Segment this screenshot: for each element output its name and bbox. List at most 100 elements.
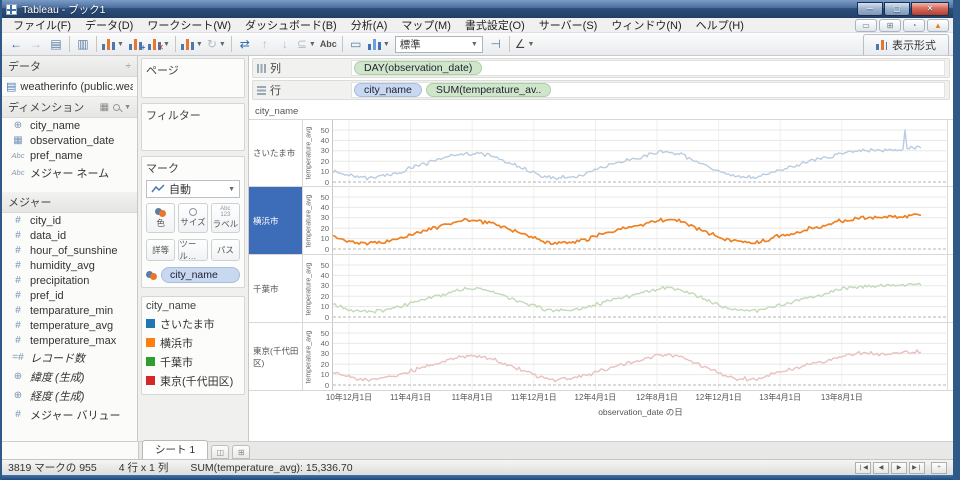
- measure-field-メジャー バリュー[interactable]: # メジャー バリュー: [2, 405, 137, 424]
- show-filmstrip-icon[interactable]: ÷: [931, 461, 947, 474]
- highlight-button[interactable]: ∠ ▼: [513, 35, 537, 54]
- pane-collapse-icon[interactable]: ÷: [126, 61, 132, 72]
- row-label-2[interactable]: 千葉市: [249, 255, 303, 322]
- rows-pill-1[interactable]: SUM(temperature_av..: [425, 83, 552, 97]
- dimension-field-pref_name[interactable]: Abc pref_name: [2, 148, 137, 163]
- menu-item-9[interactable]: ヘルプ(H): [689, 20, 751, 32]
- clock-button[interactable]: ◔: [903, 18, 925, 32]
- refresh-button[interactable]: ↻ ▼: [205, 35, 228, 54]
- plot-3[interactable]: [333, 323, 948, 391]
- row-label-0[interactable]: さいたま市: [249, 120, 303, 186]
- legend-item-2[interactable]: 千葉市: [146, 352, 240, 371]
- new-worksheet-button[interactable]: +: [126, 35, 146, 54]
- fit-button[interactable]: ▼: [366, 35, 392, 54]
- filters-card[interactable]: フィルター: [141, 103, 245, 151]
- y-axis-1[interactable]: temperature_avg 0 10 20 30 40 50: [303, 187, 333, 254]
- menu-item-2[interactable]: ワークシート(W): [140, 20, 238, 32]
- mark-pill-city-name[interactable]: city_name: [161, 267, 240, 283]
- size-button[interactable]: サイズ: [178, 203, 208, 233]
- measure-field-レコード数[interactable]: =# レコード数: [2, 348, 137, 367]
- tile-button[interactable]: ⊞: [879, 18, 901, 32]
- rows-shelf[interactable]: 行 city_name SUM(temperature_av..: [252, 80, 950, 100]
- y-axis-3[interactable]: temperature_avg 0 10 20 30 40 50: [303, 323, 333, 390]
- filmstrip-button[interactable]: ▭: [855, 18, 877, 32]
- group-button[interactable]: ⊆ ▼: [295, 35, 318, 54]
- legend-item-0[interactable]: さいたま市: [146, 314, 240, 333]
- menu-item-5[interactable]: マップ(M): [394, 20, 458, 32]
- forward-button[interactable]: →: [26, 35, 46, 54]
- measure-field-temperature_avg[interactable]: # temperature_avg: [2, 318, 137, 333]
- dimension-field-city_name[interactable]: ⊕ city_name: [2, 118, 137, 133]
- minimize-button[interactable]: ─: [857, 2, 883, 16]
- tab-sheet1[interactable]: シート 1: [142, 440, 209, 459]
- next-sheet-icon[interactable]: ▶: [891, 461, 907, 474]
- show-me-button[interactable]: 表示形式: [863, 34, 949, 55]
- share-button[interactable]: ▲: [927, 18, 949, 32]
- sort-ascending-button[interactable]: ↑: [255, 35, 275, 54]
- last-sheet-icon[interactable]: ▶❘: [909, 461, 925, 474]
- new-datasource-button[interactable]: ▼: [100, 35, 126, 54]
- plot-1[interactable]: [333, 187, 948, 255]
- y-axis-0[interactable]: temperature_avg 0 10 20 30 40 50: [303, 120, 333, 187]
- tooltip-button[interactable]: ツール…: [178, 239, 208, 261]
- measure-field-data_id[interactable]: # data_id: [2, 228, 137, 243]
- dimension-field-メジャー ネーム[interactable]: Abc メジャー ネーム: [2, 163, 137, 182]
- measure-field-precipitation[interactable]: # precipitation: [2, 273, 137, 288]
- menu-item-7[interactable]: サーバー(S): [532, 20, 605, 32]
- x-axis[interactable]: 10年12月1日 11年4月1日 11年8月1日 11年12月1日 12年4月1日 12年…: [326, 391, 948, 404]
- measure-field-humidity_avg[interactable]: # humidity_avg: [2, 258, 137, 273]
- measure-field-city_id[interactable]: # city_id: [2, 213, 137, 228]
- maximize-button[interactable]: ▢: [884, 2, 910, 16]
- back-button[interactable]: ←: [6, 35, 26, 54]
- detail-button[interactable]: 詳等: [146, 239, 176, 261]
- legend-item-3[interactable]: 東京(千代田区): [146, 371, 240, 390]
- first-sheet-icon[interactable]: ❘◀: [855, 461, 871, 474]
- menu-item-8[interactable]: ウィンドウ(N): [604, 20, 688, 32]
- menu-item-4[interactable]: 分析(A): [344, 20, 395, 32]
- clear-sheet-button[interactable]: ✕ ▼: [146, 35, 172, 54]
- swap-axes-button[interactable]: ⇄: [235, 35, 255, 54]
- row-label-1[interactable]: 横浜市: [249, 187, 303, 254]
- dimension-field-observation_date[interactable]: ▦ observation_date: [2, 133, 137, 148]
- menu-item-6[interactable]: 書式設定(O): [458, 20, 532, 32]
- y-axis-2[interactable]: temperature_avg 0 10 20 30 40 50: [303, 255, 333, 322]
- new-worksheet-tab-button[interactable]: ⊞: [232, 445, 251, 459]
- plot-0[interactable]: [333, 120, 948, 188]
- duplicate-button[interactable]: ▼: [179, 35, 205, 54]
- columns-shelf[interactable]: 列 DAY(observation_date): [252, 58, 950, 78]
- columns-pill-0[interactable]: DAY(observation_date): [354, 61, 483, 75]
- menu-chevron-icon[interactable]: ▼: [124, 104, 131, 111]
- pages-card[interactable]: ページ: [141, 58, 245, 98]
- x-tick-6: 12年12月1日: [695, 393, 742, 402]
- datasource-item[interactable]: ▤ weatherinfo (public.weath...: [2, 77, 137, 97]
- menu-item-3[interactable]: ダッシュボード(B): [238, 20, 344, 32]
- menu-item-0[interactable]: ファイル(F): [6, 20, 78, 32]
- rows-pill-0[interactable]: city_name: [354, 83, 422, 97]
- fix-axes-button[interactable]: ⊣: [486, 35, 506, 54]
- fit-selector[interactable]: 標準 ▼: [394, 35, 483, 53]
- close-button[interactable]: ✕: [911, 2, 949, 16]
- measure-field-temparature_min[interactable]: # temparature_min: [2, 303, 137, 318]
- measure-field-hour_of_sunshine[interactable]: # hour_of_sunshine: [2, 243, 137, 258]
- show-mark-labels-button[interactable]: Abc: [318, 35, 339, 54]
- sort-descending-button[interactable]: ↓: [275, 35, 295, 54]
- search-icon[interactable]: [113, 103, 121, 111]
- measure-field-緯度 (生成)[interactable]: ⊕ 緯度 (生成): [2, 367, 137, 386]
- datasource-button[interactable]: ▥: [73, 35, 93, 54]
- mark-type-dropdown[interactable]: 自動 ▼: [146, 180, 240, 198]
- color-button[interactable]: 色: [146, 203, 176, 233]
- row-label-3[interactable]: 東京(千代田区): [249, 323, 303, 390]
- measure-field-経度 (生成)[interactable]: ⊕ 経度 (生成): [2, 386, 137, 405]
- presentation-mode-button[interactable]: ▭: [346, 35, 366, 54]
- new-dashboard-button[interactable]: ◫: [211, 445, 230, 459]
- save-button[interactable]: ▤: [46, 35, 66, 54]
- legend-item-1[interactable]: 横浜市: [146, 333, 240, 352]
- path-button[interactable]: パス: [210, 239, 240, 261]
- view-data-icon[interactable]: ▦: [100, 102, 109, 113]
- measure-field-pref_id[interactable]: # pref_id: [2, 288, 137, 303]
- measure-field-temperature_max[interactable]: # temperature_max: [2, 333, 137, 348]
- menu-item-1[interactable]: データ(D): [78, 20, 140, 32]
- prev-sheet-icon[interactable]: ◀: [873, 461, 889, 474]
- label-button[interactable]: Abc 123 ラベル: [210, 203, 240, 233]
- plot-2[interactable]: [333, 255, 948, 323]
